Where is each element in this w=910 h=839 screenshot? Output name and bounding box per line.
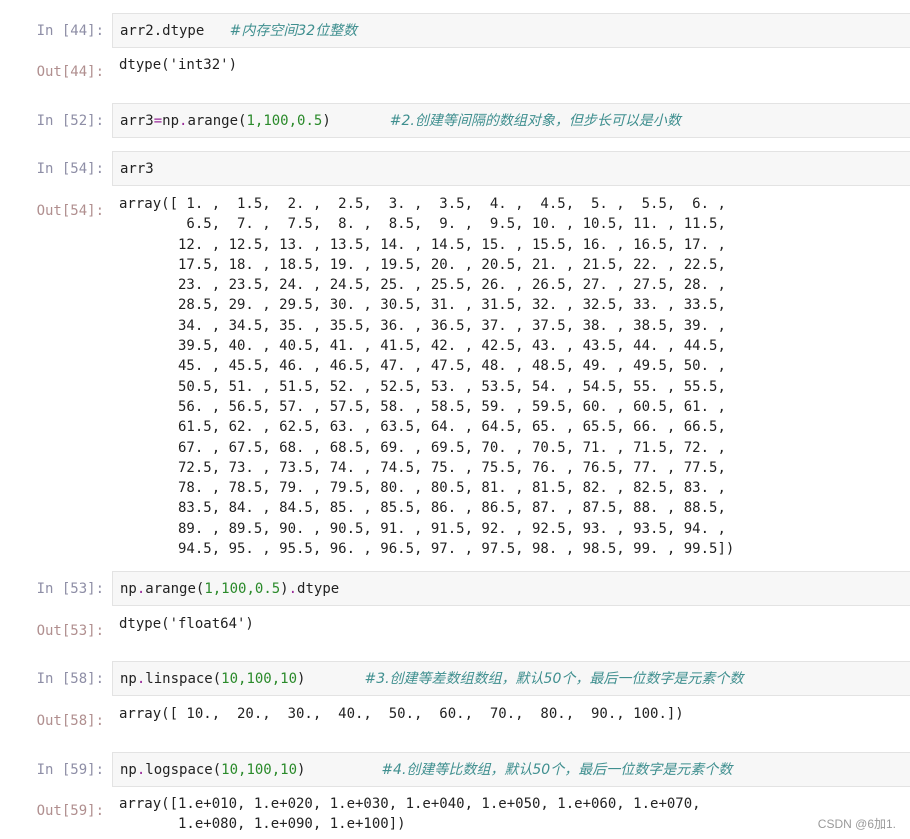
output-line: 34. , 34.5, 35. , 35.5, 36. , 36.5, 37. … [119,317,726,334]
code-attribute: dtype [297,581,340,597]
code-close-paren: ) [297,671,306,687]
code-comment: #2.创建等间隔的数组对象，但步长可以是小数 [389,113,681,129]
code-input-cell[interactable]: arr3=np.arange(1,100,0.5) #2.创建等间隔的数组对象，… [112,103,910,138]
output-line: 61.5, 62. , 62.5, 63. , 63.5, 64. , 64.5… [119,419,726,436]
output-line: 56. , 56.5, 57. , 57.5, 58. , 58.5, 59. … [119,398,726,415]
output-line: array([ 1. , 1.5, 2. , 2.5, 3. , 3.5, 4.… [119,196,726,212]
cell-output: array([ 1. , 1.5, 2. , 2.5, 3. , 3.5, 4.… [119,194,734,559]
output-line: 28.5, 29. , 29.5, 30. , 30.5, 31. , 31.5… [119,297,726,314]
output-prompt: Out[44]: [36,64,104,80]
code-variable: arr3 [120,113,154,129]
code-arguments: 1,100,0.5 [204,581,281,597]
code-input-cell[interactable]: np.arange(1,100,0.5).dtype [112,571,910,606]
code-line: arr3 [120,161,154,177]
output-line: 78. , 78.5, 79. , 79.5, 80. , 80.5, 81. … [119,480,726,497]
output-line: 17.5, 18. , 18.5, 19. , 19.5, 20. , 20.5… [119,256,726,273]
code-module: np [120,581,137,597]
output-line: 6.5, 7. , 7.5, 8. , 8.5, 9. , 9.5, 10. ,… [119,216,726,233]
code-operator: = [153,113,163,129]
code-comment: #4.创建等比数组，默认50个，最后一位数字是元素个数 [381,762,733,778]
cell-output: dtype('float64') [119,616,254,632]
code-function: linspace( [145,671,222,687]
output-prompt: Out[53]: [36,623,104,639]
code-function: arange( [145,581,205,597]
code-line: np.arange(1,100,0.5).dtype [120,580,339,598]
input-prompt: In [59]: [36,762,104,778]
code-comment: #3.创建等差数组数组，默认50个，最后一位数字是元素个数 [364,671,744,687]
output-line: 67. , 67.5, 68. , 68.5, 69. , 69.5, 70. … [119,439,726,456]
code-input-cell[interactable]: np.logspace(10,100,10) #4.创建等比数组，默认50个，最… [112,752,910,787]
watermark: CSDN @6加1. [817,817,896,831]
code-line: np.linspace(10,100,10) #3.创建等差数组数组，默认50个… [120,670,743,688]
code-comment: #内存空间32位整数 [229,23,358,39]
input-prompt: In [53]: [36,581,104,597]
output-line: 39.5, 40. , 40.5, 41. , 41.5, 42. , 42.5… [119,338,726,355]
code-close-paren: ) [297,762,306,778]
input-prompt: In [54]: [36,161,104,177]
output-line: array([1.e+010, 1.e+020, 1.e+030, 1.e+04… [119,796,701,812]
code-input-cell[interactable]: arr3 [112,151,910,186]
output-line: 83.5, 84. , 84.5, 85. , 85.5, 86. , 86.5… [119,500,726,517]
output-line: 12. , 12.5, 13. , 13.5, 14. , 14.5, 15. … [119,236,726,253]
cell-output: dtype('int32') [119,57,238,73]
code-input-cell[interactable]: arr2.dtype #内存空间32位整数 [112,13,910,48]
code-line: arr2.dtype #内存空间32位整数 [120,22,357,40]
code-input-cell[interactable]: np.linspace(10,100,10) #3.创建等差数组数组，默认50个… [112,661,910,696]
code-module: np [120,671,137,687]
code-module: np [162,113,180,129]
code-function: arange( [187,113,247,129]
output-line: 94.5, 95. , 95.5, 96. , 96.5, 97. , 97.5… [119,541,735,558]
output-line: 23. , 23.5, 24. , 24.5, 25. , 25.5, 26. … [119,277,726,294]
code-module: np [120,762,137,778]
cell-output: array([ 10., 20., 30., 40., 50., 60., 70… [119,706,684,722]
code-arguments: 1,100,0.5 [246,113,323,129]
output-prompt: Out[58]: [36,713,104,729]
output-line: 50.5, 51. , 51.5, 52. , 52.5, 53. , 53.5… [119,378,726,395]
code-text: arr2.dtype [120,23,205,39]
code-dot: . [288,581,298,597]
output-line: 1.e+080, 1.e+090, 1.e+100]) [119,816,406,833]
output-line: 45. , 45.5, 46. , 46.5, 47. , 47.5, 48. … [119,358,726,375]
input-prompt: In [58]: [36,671,104,687]
code-line: arr3=np.arange(1,100,0.5) #2.创建等间隔的数组对象，… [120,112,681,130]
output-prompt: Out[59]: [36,803,104,819]
input-prompt: In [52]: [36,113,104,129]
code-close-paren: ) [322,113,331,129]
code-arguments: 10,100,10 [221,762,298,778]
code-close-paren: ) [280,581,289,597]
code-line: np.logspace(10,100,10) #4.创建等比数组，默认50个，最… [120,761,732,779]
output-line: 72.5, 73. , 73.5, 74. , 74.5, 75. , 75.5… [119,459,726,476]
cell-output: array([1.e+010, 1.e+020, 1.e+030, 1.e+04… [119,794,701,835]
input-prompt: In [44]: [36,23,104,39]
code-function: logspace( [145,762,222,778]
code-arguments: 10,100,10 [221,671,298,687]
output-line: 89. , 89.5, 90. , 90.5, 91. , 91.5, 92. … [119,520,726,537]
output-prompt: Out[54]: [36,203,104,219]
